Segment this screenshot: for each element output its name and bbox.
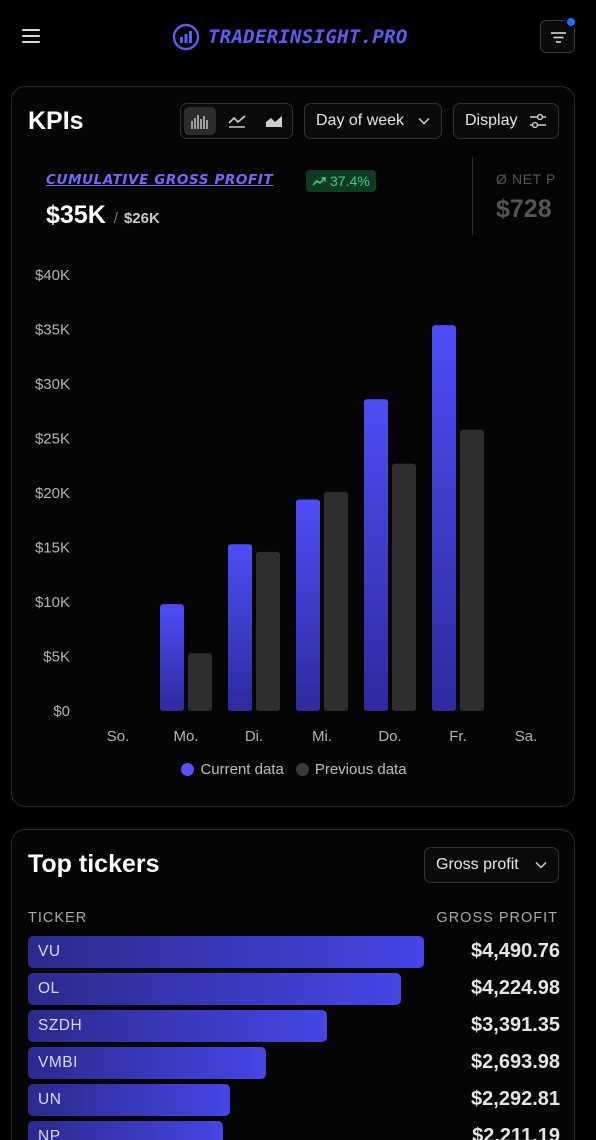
ticker-column-header[interactable]: TICKER	[28, 910, 87, 926]
ticker-bar	[28, 973, 401, 1005]
y-tick-label: $20K	[35, 485, 70, 502]
ticker-value: $4,490.76	[471, 940, 560, 962]
kpi-bar-chart: $0 $5K $10K $15K $20K $25K $30K $35K $40K So. Mo. D…	[35, 267, 538, 745]
bar-current[interactable]	[432, 325, 456, 711]
bar-chart-logo-icon	[172, 23, 200, 51]
x-tick-label: Sa.	[515, 728, 538, 745]
bar-previous[interactable]	[256, 551, 280, 711]
bar-current[interactable]	[296, 499, 320, 711]
notification-dot	[565, 16, 577, 28]
brand-logo[interactable]: TRADERINSIGHT.PRO	[172, 22, 408, 52]
top-tickers-card: Top tickers Gross profit TICKER GROSS PR…	[11, 829, 575, 1140]
x-tick-label: So.	[107, 728, 130, 745]
bar-current[interactable]	[228, 544, 252, 711]
legend-previous-label: Previous data	[314, 761, 407, 778]
metric-dropdown[interactable]: Gross profit	[424, 847, 559, 883]
gross-profit-column-header[interactable]: GROSS PROFIT	[436, 910, 558, 926]
bar-previous[interactable]	[188, 653, 212, 711]
y-tick-label: $0	[53, 703, 70, 720]
y-tick-label: $40K	[35, 267, 70, 284]
chevron-down-icon	[535, 861, 547, 869]
metric-dropdown-label: Gross profit	[436, 856, 519, 873]
legend-previous[interactable]: Previous data	[295, 761, 407, 778]
x-tick-label: Mo.	[173, 728, 198, 745]
x-tick-label: Do.	[378, 728, 401, 745]
ticker-name: SZDH	[38, 1017, 83, 1034]
y-tick-label: $10K	[35, 594, 70, 611]
ticker-bar	[28, 936, 424, 968]
legend-current-dot	[181, 763, 195, 776]
ticker-name: NP	[38, 1128, 61, 1140]
ticker-row[interactable]: UN $2,292.81	[28, 1084, 560, 1116]
x-tick-label: Fr.	[449, 728, 467, 745]
legend-previous-dot	[295, 763, 309, 776]
ticker-row[interactable]: NP $2,211.19	[28, 1121, 560, 1140]
ticker-row[interactable]: VU $4,490.76	[28, 936, 560, 968]
kpi-card: KPIs Day of week Display CUMULATIVE GROS…	[11, 86, 575, 807]
chart-legend: Current data Previous data	[12, 761, 574, 778]
bar-current[interactable]	[160, 604, 184, 711]
bar-current[interactable]	[364, 399, 388, 711]
ticker-name: VU	[38, 943, 61, 960]
y-tick-label: $25K	[35, 431, 70, 448]
bar-previous[interactable]	[392, 463, 416, 711]
y-tick-label: $5K	[43, 649, 70, 666]
top-bar: TRADERINSIGHT.PRO	[0, 0, 596, 76]
ticker-name: OL	[38, 980, 60, 997]
ticker-row[interactable]: OL $4,224.98	[28, 973, 560, 1005]
ticker-row[interactable]: VMBI $2,693.98	[28, 1047, 560, 1079]
brand-name: TRADERINSIGHT.PRO	[208, 26, 408, 48]
bar-previous[interactable]	[324, 491, 348, 711]
bar-previous[interactable]	[460, 429, 484, 711]
y-tick-label: $15K	[35, 540, 70, 557]
y-tick-label: $30K	[35, 376, 70, 393]
ticker-name: UN	[38, 1091, 62, 1108]
ticker-name: VMBI	[38, 1054, 78, 1071]
ticker-value: $2,211.19	[472, 1125, 560, 1140]
ticker-value: $2,693.98	[471, 1051, 560, 1073]
top-tickers-title: Top tickers	[28, 850, 160, 878]
hamburger-menu-icon[interactable]	[22, 29, 40, 43]
ticker-value: $4,224.98	[471, 977, 560, 999]
ticker-row[interactable]: SZDH $3,391.35	[28, 1010, 560, 1042]
ticker-value: $3,391.35	[471, 1014, 560, 1036]
x-tick-label: Mi.	[312, 728, 332, 745]
ticker-value: $2,292.81	[471, 1088, 560, 1110]
y-tick-label: $35K	[35, 322, 70, 339]
x-tick-label: Di.	[245, 728, 263, 745]
legend-current-label: Current data	[200, 761, 284, 778]
legend-current[interactable]: Current data	[181, 761, 284, 778]
